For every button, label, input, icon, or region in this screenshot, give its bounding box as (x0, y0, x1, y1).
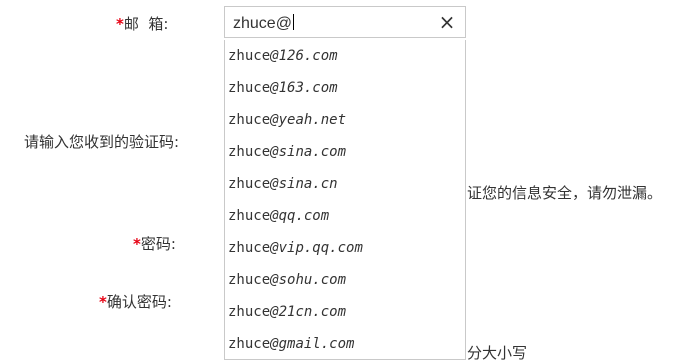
case-sensitive-hint: 分大小写 (467, 344, 528, 362)
suggestion-domain: @sina.com (270, 144, 347, 160)
email-suggestion-item[interactable]: zhuce@sina.cn (225, 168, 465, 200)
email-suggestion-item[interactable]: zhuce@163.com (225, 72, 465, 104)
email-suggestion-item[interactable]: zhuce@sohu.com (225, 264, 465, 296)
email-suggestion-dropdown: zhuce@126.com zhuce@163.com zhuce@yeah.net… (224, 40, 466, 360)
email-suggestion-item[interactable]: zhuce@gmail.com (225, 328, 465, 359)
password-label: *密码: (133, 233, 176, 254)
email-suggestion-item[interactable]: zhuce@sina.com (225, 136, 465, 168)
required-mark: * (116, 15, 124, 33)
email-value[interactable]: zhuce@ (233, 14, 294, 33)
email-field[interactable]: zhuce@ × (224, 6, 466, 38)
suggestion-user: zhuce (228, 80, 271, 96)
email-suggestion-item[interactable]: zhuce@vip.qq.com (225, 232, 465, 264)
suggestion-user: zhuce (228, 112, 271, 128)
suggestion-domain: @qq.com (270, 208, 330, 224)
email-suggestion-item[interactable]: zhuce@qq.com (225, 200, 465, 232)
suggestion-domain: @sina.cn (270, 176, 338, 192)
email-suggestion-item[interactable]: zhuce@126.com (225, 40, 465, 72)
required-mark: * (133, 235, 141, 253)
suggestion-domain: @sohu.com (270, 272, 347, 288)
suggestion-domain: @163.com (270, 80, 338, 96)
suggestion-user: zhuce (228, 144, 271, 160)
text-caret (292, 14, 294, 30)
suggestion-user: zhuce (228, 272, 271, 288)
suggestion-user: zhuce (228, 48, 271, 64)
suggestion-domain: @126.com (270, 48, 338, 64)
suggestion-user: zhuce (228, 304, 271, 320)
required-mark: * (99, 293, 107, 311)
suggestion-domain: @yeah.net (270, 112, 347, 128)
email-label-text: 邮 箱: (123, 15, 169, 33)
email-suggestion-item[interactable]: zhuce@yeah.net (225, 104, 465, 136)
email-suggestion-item[interactable]: zhuce@21cn.com (225, 296, 465, 328)
confirm-password-label: *确认密码: (99, 291, 172, 312)
suggestion-user: zhuce (228, 176, 271, 192)
suggestion-domain: @21cn.com (270, 304, 347, 320)
suggestion-user: zhuce (228, 208, 271, 224)
suggestion-domain: @vip.qq.com (270, 240, 363, 256)
confirm-password-label-text: 确认密码: (106, 293, 172, 311)
email-label: *邮 箱: (116, 13, 168, 34)
password-label-text: 密码: (140, 235, 176, 253)
security-hint: 证您的信息安全，请勿泄漏。 (467, 184, 663, 202)
suggestion-domain: @gmail.com (270, 336, 355, 352)
suggestion-user: zhuce (228, 240, 271, 256)
close-icon[interactable]: × (437, 11, 457, 33)
suggestion-user: zhuce (228, 336, 271, 352)
verification-code-label: 请输入您收到的验证码: (24, 133, 180, 151)
